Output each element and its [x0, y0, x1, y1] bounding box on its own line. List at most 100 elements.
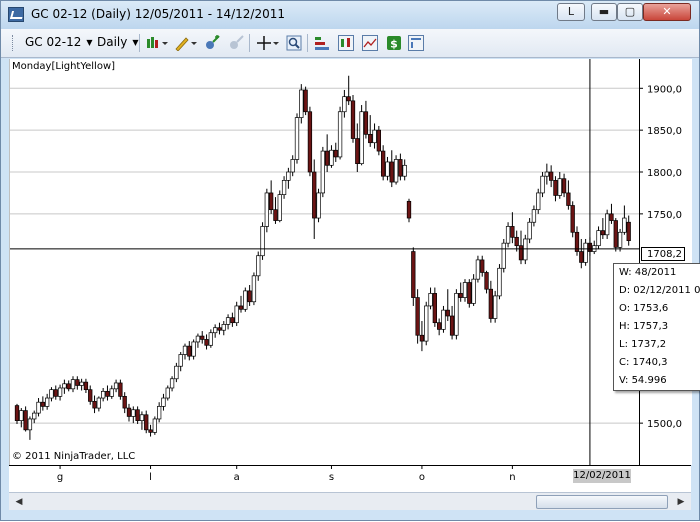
candle	[505, 222, 511, 248]
candle	[471, 274, 476, 306]
candle-body	[273, 209, 278, 221]
candle-body	[256, 255, 261, 277]
candle-body	[596, 230, 601, 247]
chart-window: GC 02-12 (Daily) 12/05/2011 - 14/12/2011…	[0, 0, 700, 521]
candle	[113, 379, 119, 393]
candle	[372, 123, 377, 149]
candle	[139, 411, 145, 430]
candle-body	[208, 332, 213, 346]
candle	[88, 385, 93, 405]
candle	[622, 205, 627, 235]
tooltip-open: O: 1753,6	[619, 303, 669, 314]
candle-body	[484, 272, 489, 290]
candle	[312, 159, 317, 239]
candle	[419, 321, 425, 352]
candle	[613, 218, 618, 252]
candle-body	[411, 251, 416, 298]
candle	[488, 280, 493, 323]
candle	[148, 424, 153, 437]
candle-body	[221, 324, 226, 331]
candle	[57, 384, 63, 401]
candle-body	[467, 282, 472, 304]
candle	[411, 247, 416, 306]
candle-body	[583, 242, 588, 263]
candle	[96, 396, 101, 412]
candle-body	[195, 335, 201, 343]
candle-body	[204, 339, 209, 346]
candle	[79, 378, 84, 391]
candle-body	[501, 242, 506, 269]
candle-body	[605, 213, 610, 236]
candle-body	[540, 175, 545, 194]
candle-body	[230, 317, 235, 324]
candle	[247, 285, 252, 306]
candle-body	[419, 334, 425, 342]
candle	[600, 218, 605, 239]
candle-body	[613, 220, 618, 248]
candle	[398, 153, 403, 181]
candle	[320, 146, 325, 198]
candle	[518, 230, 524, 265]
candle	[83, 378, 89, 394]
candle	[385, 156, 390, 181]
candle-body	[454, 293, 459, 336]
candle	[531, 205, 537, 227]
candle	[66, 380, 71, 392]
candle-body	[325, 150, 330, 166]
candle-body	[570, 205, 575, 233]
candle	[277, 190, 282, 223]
candle	[307, 106, 313, 177]
candle-body	[342, 96, 347, 113]
candle-body	[333, 149, 338, 158]
candle-body	[428, 293, 433, 307]
candle-body	[441, 309, 446, 330]
candle-body	[131, 409, 136, 417]
x-tick-label: s	[329, 472, 334, 483]
candle-body	[337, 111, 343, 158]
candle	[32, 410, 37, 424]
candle	[359, 105, 364, 166]
candle-body	[178, 354, 183, 367]
candle	[432, 287, 437, 327]
candle	[109, 385, 114, 399]
candle	[333, 142, 338, 162]
candle-body	[290, 159, 295, 173]
scroll-right-icon[interactable]: ▶	[673, 494, 689, 510]
candle	[122, 392, 127, 414]
chart-legend: Monday[LightYellow]	[12, 61, 116, 72]
scroll-left-icon[interactable]: ◀	[11, 494, 27, 510]
candle	[329, 145, 334, 168]
candle-body	[402, 164, 407, 177]
candle	[462, 279, 468, 302]
candle-body	[312, 171, 317, 219]
tooltip-low: L: 1737,2	[619, 339, 667, 350]
candle	[105, 385, 110, 401]
candle-body	[617, 231, 623, 248]
candle-body	[600, 230, 605, 236]
y-tick-label: 1750,0	[647, 210, 682, 221]
candle	[40, 396, 45, 411]
candle-body	[355, 138, 360, 164]
scrollbar-thumb[interactable]	[536, 495, 668, 509]
candle	[402, 159, 407, 181]
candle-body	[32, 412, 37, 420]
x-tick-label: o	[419, 472, 425, 483]
y-tick-label: 1850,0	[647, 126, 682, 137]
y-tick-label: 1500,0	[647, 419, 682, 430]
candle	[264, 188, 269, 233]
candle-body	[92, 401, 97, 409]
candle-body	[458, 293, 463, 298]
candle-body	[19, 410, 24, 421]
tooltip-date: D: 02/12/2011 00	[619, 285, 700, 296]
candle	[273, 197, 278, 224]
candle-body	[101, 390, 106, 399]
bar-data-tooltip: W: 48/2011 D: 02/12/2011 00 O: 1753,6 H:…	[613, 263, 700, 391]
horizontal-scrollbar[interactable]: ◀ ▶	[9, 492, 691, 511]
candle-body	[320, 150, 325, 194]
candle-body	[281, 180, 287, 195]
candle-body	[213, 327, 218, 334]
candle-body	[234, 305, 239, 324]
candle	[337, 106, 343, 160]
candle-body	[174, 365, 179, 380]
candle	[281, 176, 287, 199]
